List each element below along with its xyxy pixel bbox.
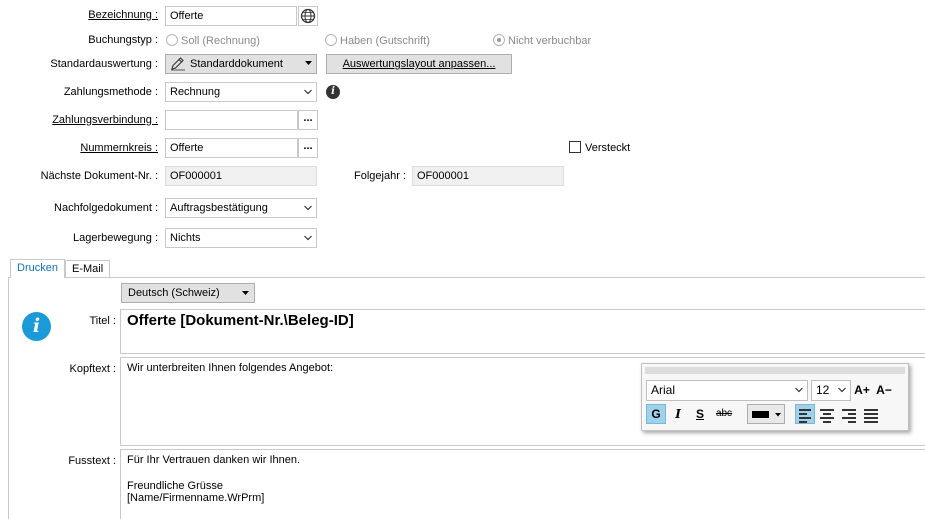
- radio-soll-icon: [166, 34, 178, 46]
- fusstext-line-2: Freundliche Grüsse: [127, 480, 223, 492]
- fusstext-editor[interactable]: Für Ihr Vertrauen danken wir Ihnen. Freu…: [120, 449, 925, 519]
- align-center-button[interactable]: [817, 404, 837, 424]
- info-circle-icon: i: [22, 312, 51, 341]
- kopftext-label: Kopftext :: [69, 363, 116, 375]
- folgejahr-field: OF000001: [412, 166, 564, 186]
- chevron-down-icon: [304, 205, 312, 211]
- radio-soll[interactable]: Soll (Rechnung): [166, 34, 260, 47]
- italic-button[interactable]: I: [668, 404, 688, 424]
- chevron-down-icon: [838, 387, 846, 393]
- chevron-down-icon: [795, 387, 803, 393]
- folgejahr-label: Folgejahr :: [354, 170, 406, 182]
- nummernkreis-label: Nummernkreis :: [80, 142, 158, 154]
- strikethrough-button[interactable]: abc: [712, 404, 736, 424]
- color-swatch: [752, 411, 769, 418]
- underline-button[interactable]: S: [690, 404, 710, 424]
- dropdown-arrow-icon: [242, 291, 249, 295]
- text-color-button[interactable]: [747, 404, 785, 424]
- globe-icon[interactable]: [298, 6, 318, 26]
- tab-drucken[interactable]: Drucken: [10, 259, 65, 278]
- zahlungsverbindung-browse-button[interactable]: ...: [298, 110, 318, 130]
- fusstext-line-3: [Name/Firmenname.WrPrm]: [127, 492, 265, 504]
- radio-haben-icon: [325, 34, 337, 46]
- chevron-down-icon: [304, 89, 312, 95]
- zahlungsmethode-label: Zahlungsmethode :: [63, 86, 158, 98]
- tab-active-gap: [11, 277, 64, 278]
- font-family-select[interactable]: Arial: [646, 380, 808, 401]
- titel-label: Titel :: [89, 315, 117, 327]
- shrink-font-button[interactable]: A−: [874, 380, 894, 400]
- bezeichnung-label: Bezeichnung :: [88, 9, 158, 21]
- chevron-down-icon: [304, 235, 312, 241]
- radio-nicht-verbuchbar[interactable]: Nicht verbuchbar: [493, 34, 591, 47]
- align-right-button[interactable]: [839, 404, 859, 424]
- bold-button[interactable]: G: [646, 404, 666, 424]
- nachfolgedokument-label: Nachfolgedokument :: [54, 202, 158, 214]
- dropdown-arrow-icon: [305, 61, 312, 65]
- titel-input[interactable]: Offerte [Dokument-Nr.\Beleg-ID]: [120, 309, 925, 354]
- auswertungslayout-anpassen-button[interactable]: Auswertungslayout anpassen...: [326, 54, 512, 74]
- info-icon[interactable]: i: [326, 85, 340, 99]
- bezeichnung-input[interactable]: Offerte: [165, 6, 297, 26]
- radio-haben[interactable]: Haben (Gutschrift): [325, 34, 430, 47]
- fusstext-line-1: Für Ihr Vertrauen danken wir Ihnen.: [127, 454, 301, 466]
- zahlungsverbindung-label: Zahlungsverbindung :: [52, 114, 158, 126]
- buchungstyp-label: Buchungstyp :: [88, 34, 158, 46]
- tab-email[interactable]: E-Mail: [65, 260, 111, 277]
- lagerbewegung-label: Lagerbewegung :: [72, 232, 158, 244]
- standardauswertung-label: Standardauswertung :: [50, 58, 158, 70]
- zahlungsverbindung-input[interactable]: [165, 110, 298, 130]
- radio-nicht-verbuchbar-icon: [493, 34, 505, 46]
- standardauswertung-dropdown[interactable]: Standarddokument: [165, 54, 317, 74]
- align-left-button[interactable]: [795, 404, 815, 424]
- lagerbewegung-select[interactable]: Nichts: [165, 228, 317, 248]
- zahlungsmethode-select[interactable]: Rechnung: [165, 82, 317, 102]
- nachfolgedokument-select[interactable]: Auftragsbestätigung: [165, 198, 317, 218]
- language-dropdown[interactable]: Deutsch (Schweiz): [121, 283, 255, 303]
- naechste-dokument-nr-label: Nächste Dokument-Nr. :: [40, 170, 158, 182]
- dropdown-arrow-icon: [775, 413, 781, 417]
- toolbar-grip[interactable]: [645, 367, 905, 374]
- align-justify-button[interactable]: [861, 404, 881, 424]
- nummernkreis-input[interactable]: Offerte: [165, 138, 298, 158]
- naechste-dokument-nr-field: OF000001: [165, 166, 317, 186]
- grow-font-button[interactable]: A+: [852, 380, 872, 400]
- pencil-icon: [171, 57, 185, 71]
- fusstext-label: Fusstext :: [68, 455, 116, 467]
- versteckt-checkbox[interactable]: [569, 141, 581, 153]
- nummernkreis-browse-button[interactable]: ...: [298, 138, 318, 158]
- font-size-select[interactable]: 12: [811, 380, 851, 401]
- format-toolbar: Arial 12 A+ A− G I S abc: [641, 363, 909, 431]
- versteckt-label: Versteckt: [585, 142, 631, 154]
